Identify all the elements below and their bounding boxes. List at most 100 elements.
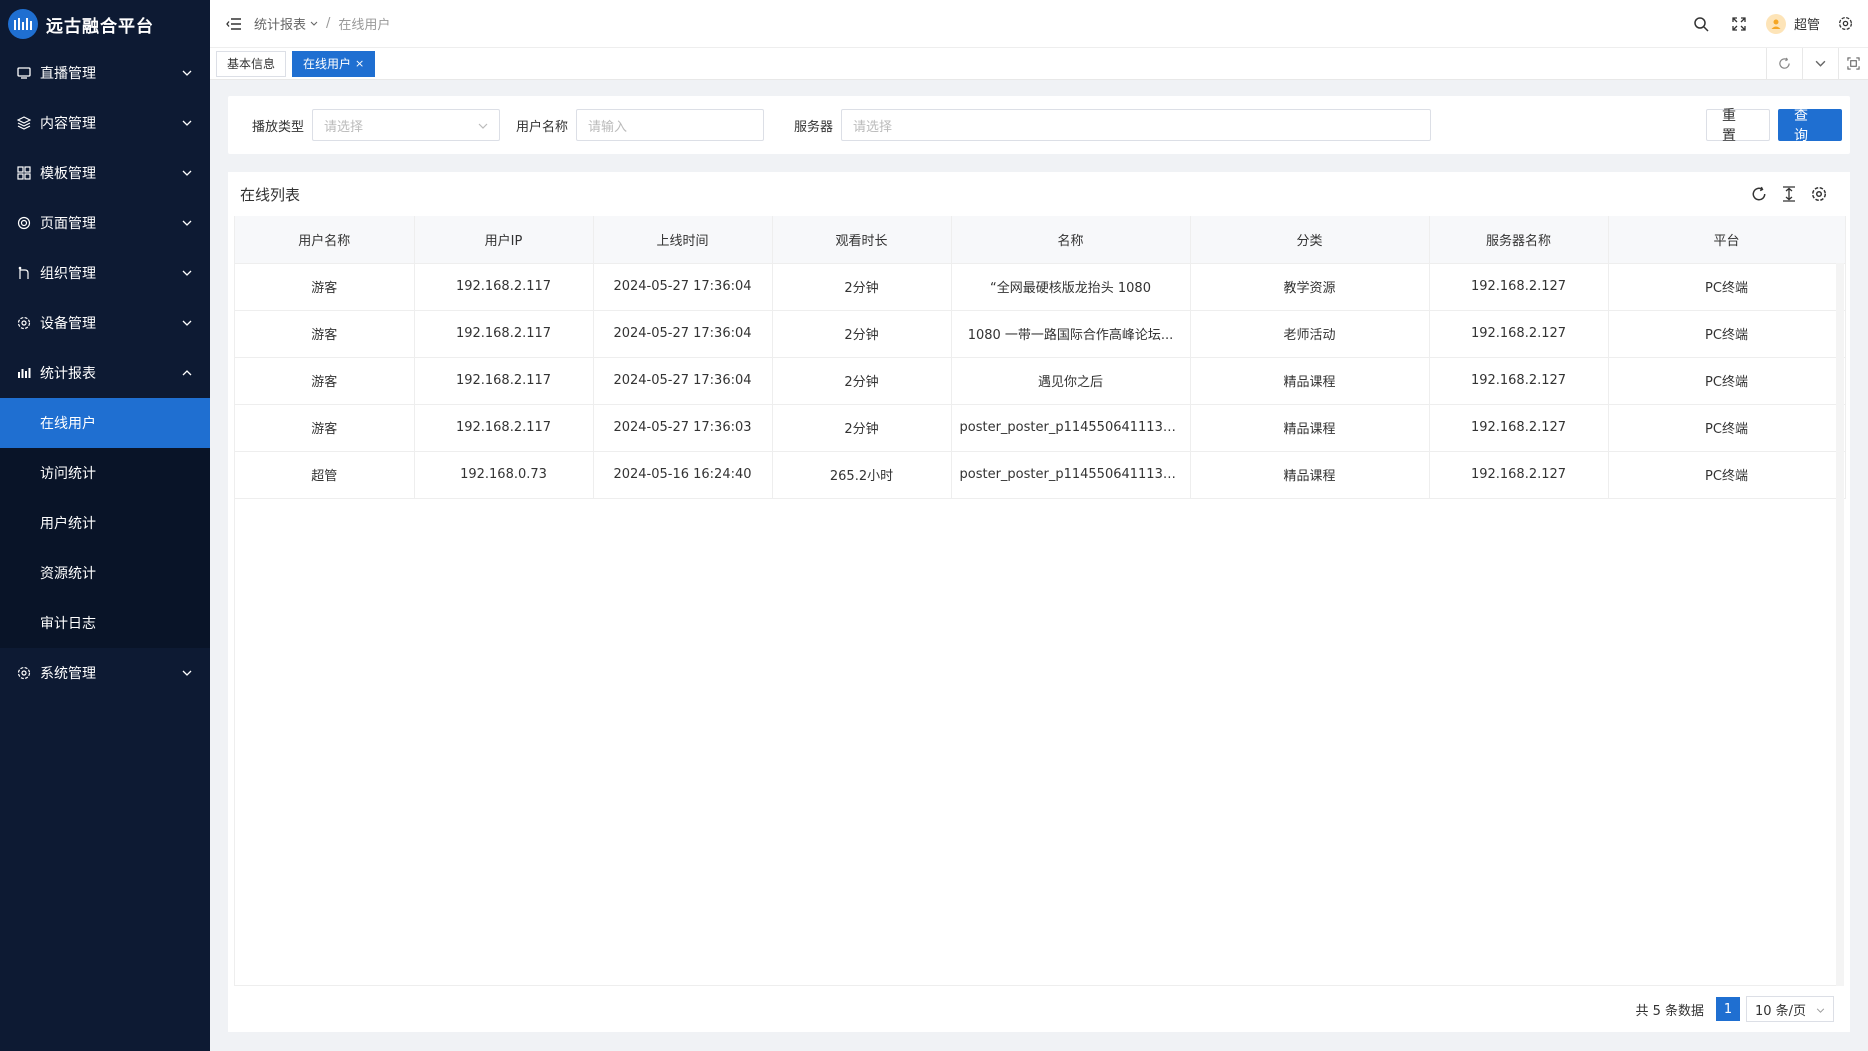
- sidebar-item-device[interactable]: 设备管理: [0, 298, 210, 348]
- target-icon: [16, 215, 32, 231]
- page-button-1[interactable]: 1: [1716, 997, 1740, 1021]
- sidebar-menu: 直播管理 内容管理 模板管理 页面管理 组织管理 设备管理 统计报表: [0, 48, 210, 398]
- sidebar-item-label: 审计日志: [40, 616, 96, 632]
- column-header[interactable]: 名称: [951, 216, 1191, 264]
- top-header: 统计报表 / 在线用户 超管: [210, 0, 1868, 48]
- tabs-tools: [1766, 47, 1868, 80]
- refresh-icon[interactable]: [1744, 179, 1774, 209]
- fullscreen-icon[interactable]: [1720, 0, 1758, 48]
- refresh-icon[interactable]: [1766, 47, 1802, 80]
- table-row[interactable]: 超管 192.168.0.73 2024-05-16 16:24:40 265.…: [235, 451, 1846, 499]
- tab-label: 在线用户: [303, 57, 352, 71]
- table-cell: 游客: [235, 404, 415, 452]
- column-header[interactable]: 用户IP: [414, 216, 594, 264]
- sidebar-item-label: 内容管理: [40, 116, 96, 132]
- sidebar-item-template[interactable]: 模板管理: [0, 148, 210, 198]
- table-row[interactable]: 游客 192.168.2.117 2024-05-27 17:36:03 2分钟…: [235, 404, 1846, 452]
- server-placeholder: 请选择: [853, 119, 893, 135]
- logo-icon: [8, 9, 38, 39]
- gear-icon: [16, 315, 32, 331]
- panel-header: 在线列表: [228, 172, 1850, 216]
- chevron-up-icon: [182, 368, 192, 378]
- table-header-row: 用户名称 用户IP 上线时间 观看时长 名称 分类 服务器名称 平台: [235, 216, 1846, 264]
- monitor-icon: [16, 65, 32, 81]
- close-icon[interactable]: ×: [355, 57, 364, 70]
- table-cell: 192.168.0.73: [414, 451, 594, 499]
- table-cell: 192.168.2.127: [1429, 357, 1609, 405]
- chevron-down-icon: [182, 118, 192, 128]
- sidebar-item-resource-stats[interactable]: 资源统计: [0, 548, 210, 598]
- chevron-down-icon: [182, 168, 192, 178]
- sidebar-item-system[interactable]: 系统管理: [0, 648, 210, 698]
- search-panel: 播放类型 请选择 用户名称 请输入 服务器 请选择 重 置 查 询: [228, 96, 1850, 154]
- sidebar-item-label: 组织管理: [40, 266, 96, 282]
- avatar[interactable]: [1765, 13, 1786, 34]
- sidebar-item-label: 直播管理: [40, 66, 96, 82]
- table-cell: 192.168.2.117: [414, 310, 594, 358]
- sidebar-item-label: 在线用户: [40, 416, 96, 432]
- table-cell: 2024-05-16 16:24:40: [593, 451, 773, 499]
- total-count: 共 5 条数据: [1635, 1003, 1704, 1019]
- sidebar-item-label: 资源统计: [40, 566, 96, 582]
- sidebar-item-online-users[interactable]: 在线用户: [0, 398, 210, 448]
- sidebar-item-content[interactable]: 内容管理: [0, 98, 210, 148]
- sidebar-item-audit-log[interactable]: 审计日志: [0, 598, 210, 648]
- page-size-select[interactable]: 10 条/页: [1746, 996, 1834, 1022]
- column-header[interactable]: 服务器名称: [1429, 216, 1609, 264]
- column-header[interactable]: 上线时间: [593, 216, 773, 264]
- panel-tools: [1744, 179, 1834, 209]
- gear-icon[interactable]: [1830, 0, 1860, 48]
- sidebar-item-org[interactable]: 组织管理: [0, 248, 210, 298]
- table-row[interactable]: 游客 192.168.2.117 2024-05-27 17:36:04 2分钟…: [235, 357, 1846, 405]
- sidebar-item-label: 统计报表: [40, 366, 96, 382]
- table-row[interactable]: 游客 192.168.2.117 2024-05-27 17:36:04 2分钟…: [235, 263, 1846, 311]
- table-cell: PC终端: [1608, 451, 1846, 499]
- column-header[interactable]: 观看时长: [772, 216, 952, 264]
- search-icon[interactable]: [1682, 0, 1720, 48]
- tabs-bar: 基本信息 在线用户 ×: [210, 47, 1868, 80]
- username-input[interactable]: 请输入: [576, 109, 765, 141]
- chevron-down-icon: [182, 68, 192, 78]
- menu-toggle-icon[interactable]: [214, 0, 254, 48]
- breadcrumb-parent[interactable]: 统计报表: [254, 14, 306, 33]
- sidebar-item-user-stats[interactable]: 用户统计: [0, 498, 210, 548]
- org-icon: [16, 265, 32, 281]
- query-button[interactable]: 查 询: [1778, 108, 1842, 144]
- table-cell: 192.168.2.127: [1429, 451, 1609, 499]
- column-height-icon[interactable]: [1774, 179, 1804, 209]
- username[interactable]: 超管: [1794, 14, 1820, 33]
- tab-basic-info[interactable]: 基本信息: [216, 50, 287, 77]
- page-size-value: 10 条/页: [1755, 1003, 1807, 1019]
- sidebar-item-label: 设备管理: [40, 316, 96, 332]
- play-type-select[interactable]: 请选择: [312, 109, 501, 141]
- chevron-down-icon: [478, 118, 488, 133]
- sidebar-item-live[interactable]: 直播管理: [0, 48, 210, 98]
- server-select[interactable]: 请选择: [841, 109, 1432, 141]
- table-cell: 192.168.2.127: [1429, 310, 1609, 358]
- sidebar-item-statistics[interactable]: 统计报表: [0, 348, 210, 398]
- reset-button[interactable]: 重 置: [1706, 108, 1770, 144]
- table-cell: 游客: [235, 357, 415, 405]
- header-actions: 超管: [1682, 0, 1868, 48]
- gear-icon[interactable]: [1804, 179, 1834, 209]
- gear-icon: [16, 665, 32, 681]
- column-header[interactable]: 用户名称: [235, 216, 415, 264]
- table-scrollbar[interactable]: [1836, 263, 1844, 986]
- tab-online-users[interactable]: 在线用户 ×: [292, 50, 376, 77]
- table-cell: 游客: [235, 310, 415, 358]
- chevron-down-icon[interactable]: [1802, 47, 1838, 80]
- bar-chart-icon: [16, 365, 32, 381]
- table-row[interactable]: 游客 192.168.2.117 2024-05-27 17:36:04 2分钟…: [235, 310, 1846, 358]
- table-cell: 192.168.2.117: [414, 404, 594, 452]
- column-header[interactable]: 分类: [1190, 216, 1430, 264]
- maximize-icon[interactable]: [1838, 47, 1868, 80]
- play-type-placeholder: 请选择: [324, 119, 364, 135]
- chevron-down-icon: [182, 318, 192, 328]
- table-cell: 192.168.2.117: [414, 263, 594, 311]
- sidebar-item-visit-stats[interactable]: 访问统计: [0, 448, 210, 498]
- logo[interactable]: 远古融合平台: [0, 0, 210, 48]
- sidebar: 远古融合平台 直播管理 内容管理 模板管理 页面管理 组织管理 设备管理 统计报…: [0, 0, 210, 1051]
- sidebar-item-page[interactable]: 页面管理: [0, 198, 210, 248]
- column-header[interactable]: 平台: [1608, 216, 1846, 264]
- table-cell: 游客: [235, 263, 415, 311]
